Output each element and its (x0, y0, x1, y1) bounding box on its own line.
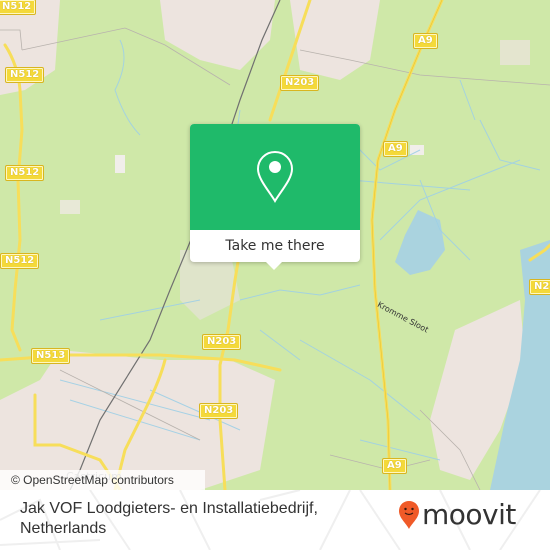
road-shield-n203: N203 (198, 403, 239, 419)
road-shield-n203: N203 (201, 334, 242, 350)
popup-header (190, 124, 360, 230)
footer: Jak VOF Loodgieters- en Installatiebedri… (0, 490, 550, 550)
road-shield-a9: A9 (413, 33, 438, 49)
road-shield-n512: N512 (4, 165, 45, 181)
map-view[interactable]: N512 N512 N512 N512 N513 N203 N203 N203 … (0, 0, 550, 490)
road-shield-a9: A9 (382, 458, 407, 474)
moovit-wordmark: moovit (422, 498, 516, 531)
road-shield-n513: N513 (30, 348, 71, 364)
map-pin-icon (256, 150, 294, 203)
road-shield-n24: N24 (528, 279, 550, 295)
take-me-there-button[interactable]: Take me there (190, 230, 360, 262)
map-attribution[interactable]: © OpenStreetMap contributors (0, 470, 205, 490)
road-shield-a9: A9 (383, 141, 408, 157)
road-shield-n203: N203 (279, 75, 320, 91)
road-shield-n512: N512 (4, 67, 45, 83)
moovit-pin-icon (399, 501, 419, 529)
popup-tail (266, 262, 282, 270)
moovit-logo[interactable]: moovit (398, 500, 516, 530)
road-shield-n512: N512 (0, 0, 37, 15)
road-shield-n512: N512 (0, 253, 40, 269)
place-name: Jak VOF Loodgieters- en Installatiebedri… (20, 500, 318, 537)
location-popup: Take me there (190, 124, 360, 270)
